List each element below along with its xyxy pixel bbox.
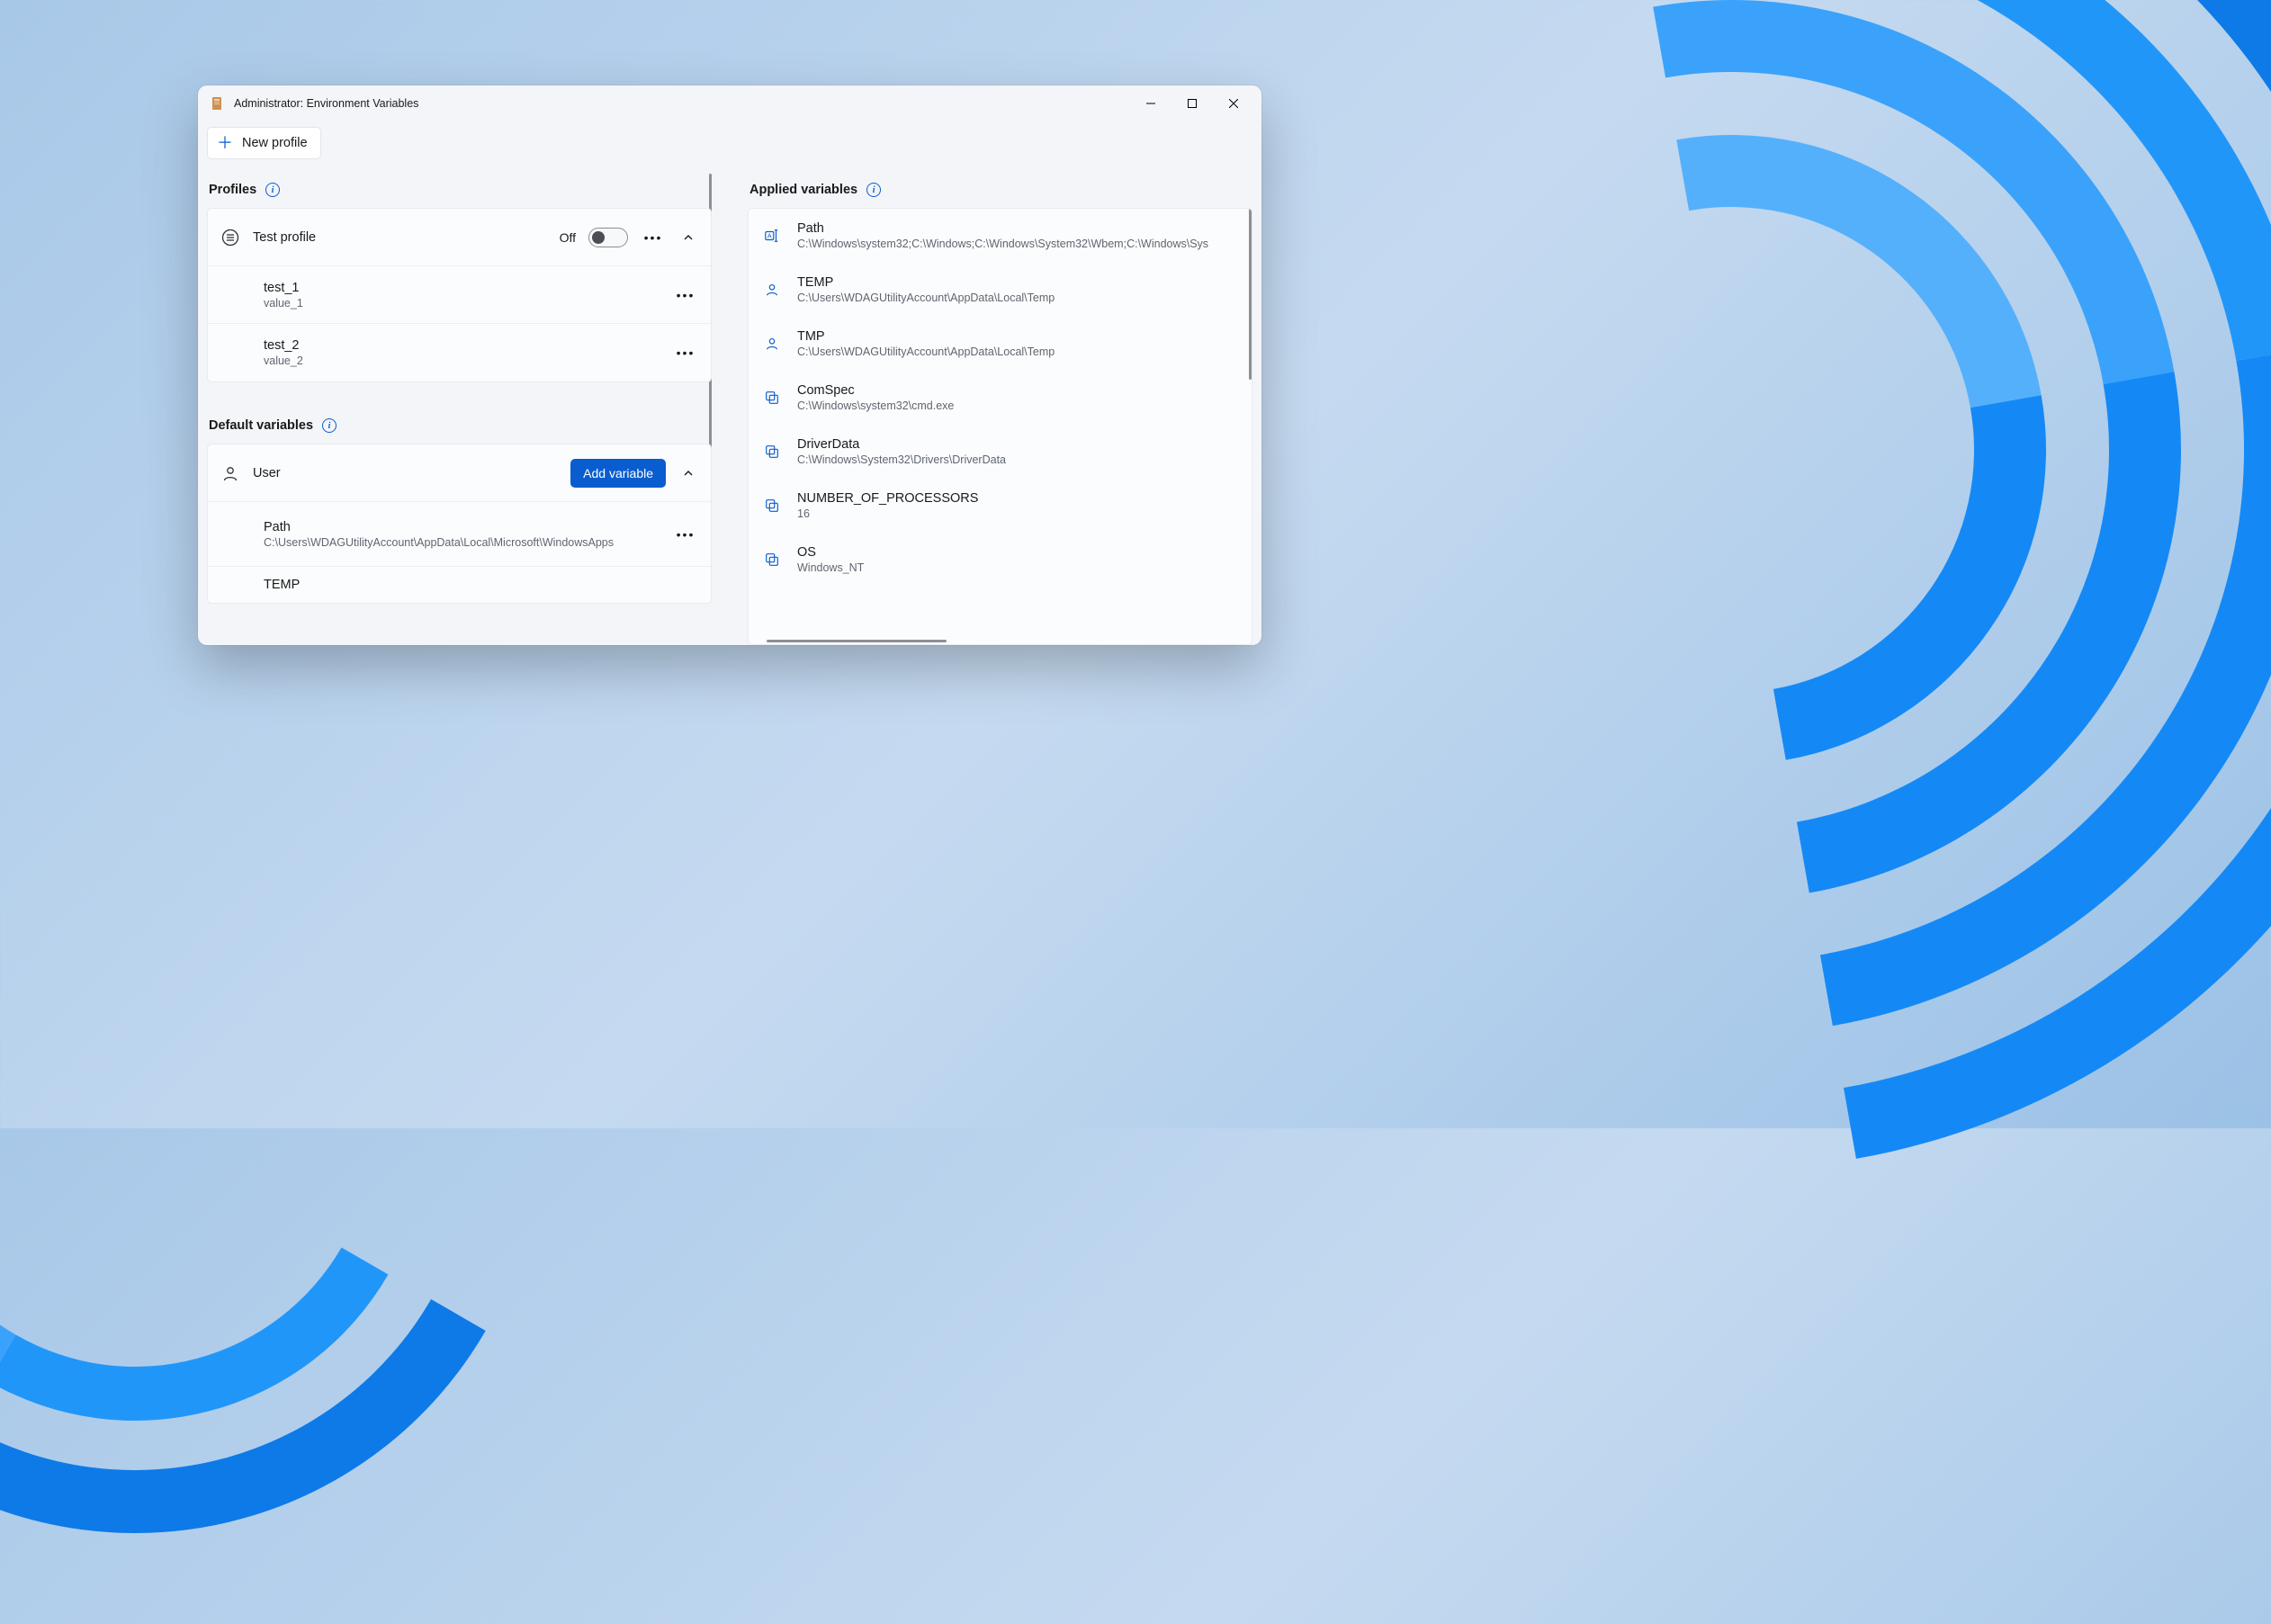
variable-name: OS bbox=[797, 545, 864, 560]
system-icon bbox=[763, 390, 781, 406]
info-icon[interactable]: i bbox=[322, 418, 337, 433]
profile-toggle[interactable] bbox=[588, 228, 628, 247]
user-icon bbox=[220, 464, 240, 482]
profile-variable-row[interactable]: test_2 value_2 ••• bbox=[208, 324, 711, 381]
left-column: Profiles i Test profile Off bbox=[207, 174, 712, 645]
applied-variables-panel: A Path C:\Windows\system32;C:\Windows;C:\W… bbox=[748, 208, 1252, 645]
user-icon bbox=[763, 336, 781, 352]
variable-name: test_2 bbox=[264, 338, 660, 353]
variable-name: test_1 bbox=[264, 281, 660, 295]
close-button[interactable] bbox=[1213, 89, 1254, 118]
variable-name: ComSpec bbox=[797, 383, 954, 398]
maximize-button[interactable] bbox=[1171, 89, 1213, 118]
plus-icon: ＋ bbox=[217, 135, 233, 151]
variable-name: NUMBER_OF_PROCESSORS bbox=[797, 491, 978, 506]
minimize-button[interactable] bbox=[1130, 89, 1171, 118]
more-button[interactable]: ••• bbox=[641, 225, 666, 250]
variable-name: TEMP bbox=[797, 275, 1055, 290]
chevron-up-icon[interactable] bbox=[678, 228, 698, 247]
applied-variable-row[interactable]: DriverDataC:\Windows\System32\Drivers\Dr… bbox=[749, 425, 1252, 479]
applied-variable-row[interactable]: TEMP C:\Users\WDAGUtilityAccount\AppData\… bbox=[749, 263, 1252, 317]
user-icon bbox=[763, 282, 781, 298]
user-variable-row[interactable]: Path C:\Users\WDAGUtilityAccount\AppData… bbox=[208, 502, 711, 567]
hamburger-icon bbox=[220, 229, 240, 247]
more-button[interactable]: ••• bbox=[673, 283, 698, 308]
variable-value: C:\Users\WDAGUtilityAccount\AppData\Loca… bbox=[264, 536, 660, 549]
user-group-row[interactable]: User Add variable bbox=[208, 444, 711, 502]
variable-value: C:\Windows\System32\Drivers\DriverData bbox=[797, 453, 1006, 466]
user-group-label: User bbox=[253, 466, 558, 480]
variable-value: Windows_NT bbox=[797, 561, 864, 574]
info-icon[interactable]: i bbox=[265, 183, 280, 197]
applied-variable-row[interactable]: A Path C:\Windows\system32;C:\Windows;C:\W… bbox=[749, 209, 1252, 263]
add-variable-button[interactable]: Add variable bbox=[570, 459, 666, 488]
info-icon[interactable]: i bbox=[866, 183, 881, 197]
more-button[interactable]: ••• bbox=[673, 522, 698, 547]
applied-variables-heading: Applied variables bbox=[750, 183, 857, 197]
variable-value: value_2 bbox=[264, 354, 660, 367]
svg-text:A: A bbox=[767, 232, 772, 240]
variable-name: Path bbox=[797, 221, 1208, 236]
profiles-heading: Profiles bbox=[209, 183, 256, 197]
variable-value: C:\Windows\system32;C:\Windows;C:\Window… bbox=[797, 238, 1208, 250]
variable-value: C:\Users\WDAGUtilityAccount\AppData\Loca… bbox=[797, 292, 1055, 304]
applied-variable-row[interactable]: NUMBER_OF_PROCESSORS16 bbox=[749, 479, 1252, 533]
profile-variable-row[interactable]: test_1 value_1 ••• bbox=[208, 266, 711, 324]
profile-row[interactable]: Test profile Off ••• bbox=[208, 209, 711, 266]
app-window: Administrator: Environment Variables ＋ N… bbox=[198, 85, 1261, 645]
titlebar[interactable]: Administrator: Environment Variables bbox=[198, 85, 1261, 121]
window-title: Administrator: Environment Variables bbox=[234, 97, 1121, 110]
variable-name: TMP bbox=[797, 329, 1055, 344]
new-profile-button[interactable]: ＋ New profile bbox=[207, 127, 321, 159]
variable-value: C:\Windows\system32\cmd.exe bbox=[797, 399, 954, 412]
right-column: Applied variables i A Path C:\Windows\syst… bbox=[748, 174, 1252, 645]
variable-name: TEMP bbox=[264, 578, 698, 592]
user-variable-row[interactable]: TEMP bbox=[208, 567, 711, 603]
applied-variable-row[interactable]: TMPC:\Users\WDAGUtilityAccount\AppData\L… bbox=[749, 317, 1252, 371]
new-profile-label: New profile bbox=[242, 136, 308, 150]
default-variables-panel: User Add variable Path C:\Users\WDAGU bbox=[207, 444, 712, 604]
profiles-panel: Test profile Off ••• t bbox=[207, 208, 712, 382]
system-icon bbox=[763, 498, 781, 514]
system-icon bbox=[763, 552, 781, 568]
toolbar: ＋ New profile bbox=[198, 121, 1261, 174]
rename-icon: A bbox=[763, 228, 781, 244]
applied-variable-row[interactable]: ComSpecC:\Windows\system32\cmd.exe bbox=[749, 371, 1252, 425]
profile-name: Test profile bbox=[253, 230, 547, 245]
default-variables-heading: Default variables bbox=[209, 418, 313, 433]
toggle-label: Off bbox=[560, 230, 576, 245]
more-button[interactable]: ••• bbox=[673, 340, 698, 365]
variable-name: DriverData bbox=[797, 437, 1006, 452]
system-icon bbox=[763, 444, 781, 460]
variable-value: C:\Users\WDAGUtilityAccount\AppData\Loca… bbox=[797, 345, 1055, 358]
variable-value: 16 bbox=[797, 507, 978, 520]
variable-value: value_1 bbox=[264, 297, 660, 310]
applied-variable-row[interactable]: OSWindows_NT bbox=[749, 533, 1252, 587]
app-icon bbox=[211, 96, 225, 111]
chevron-up-icon[interactable] bbox=[678, 463, 698, 483]
variable-name: Path bbox=[264, 520, 660, 534]
horizontal-scrollbar[interactable] bbox=[767, 640, 947, 642]
